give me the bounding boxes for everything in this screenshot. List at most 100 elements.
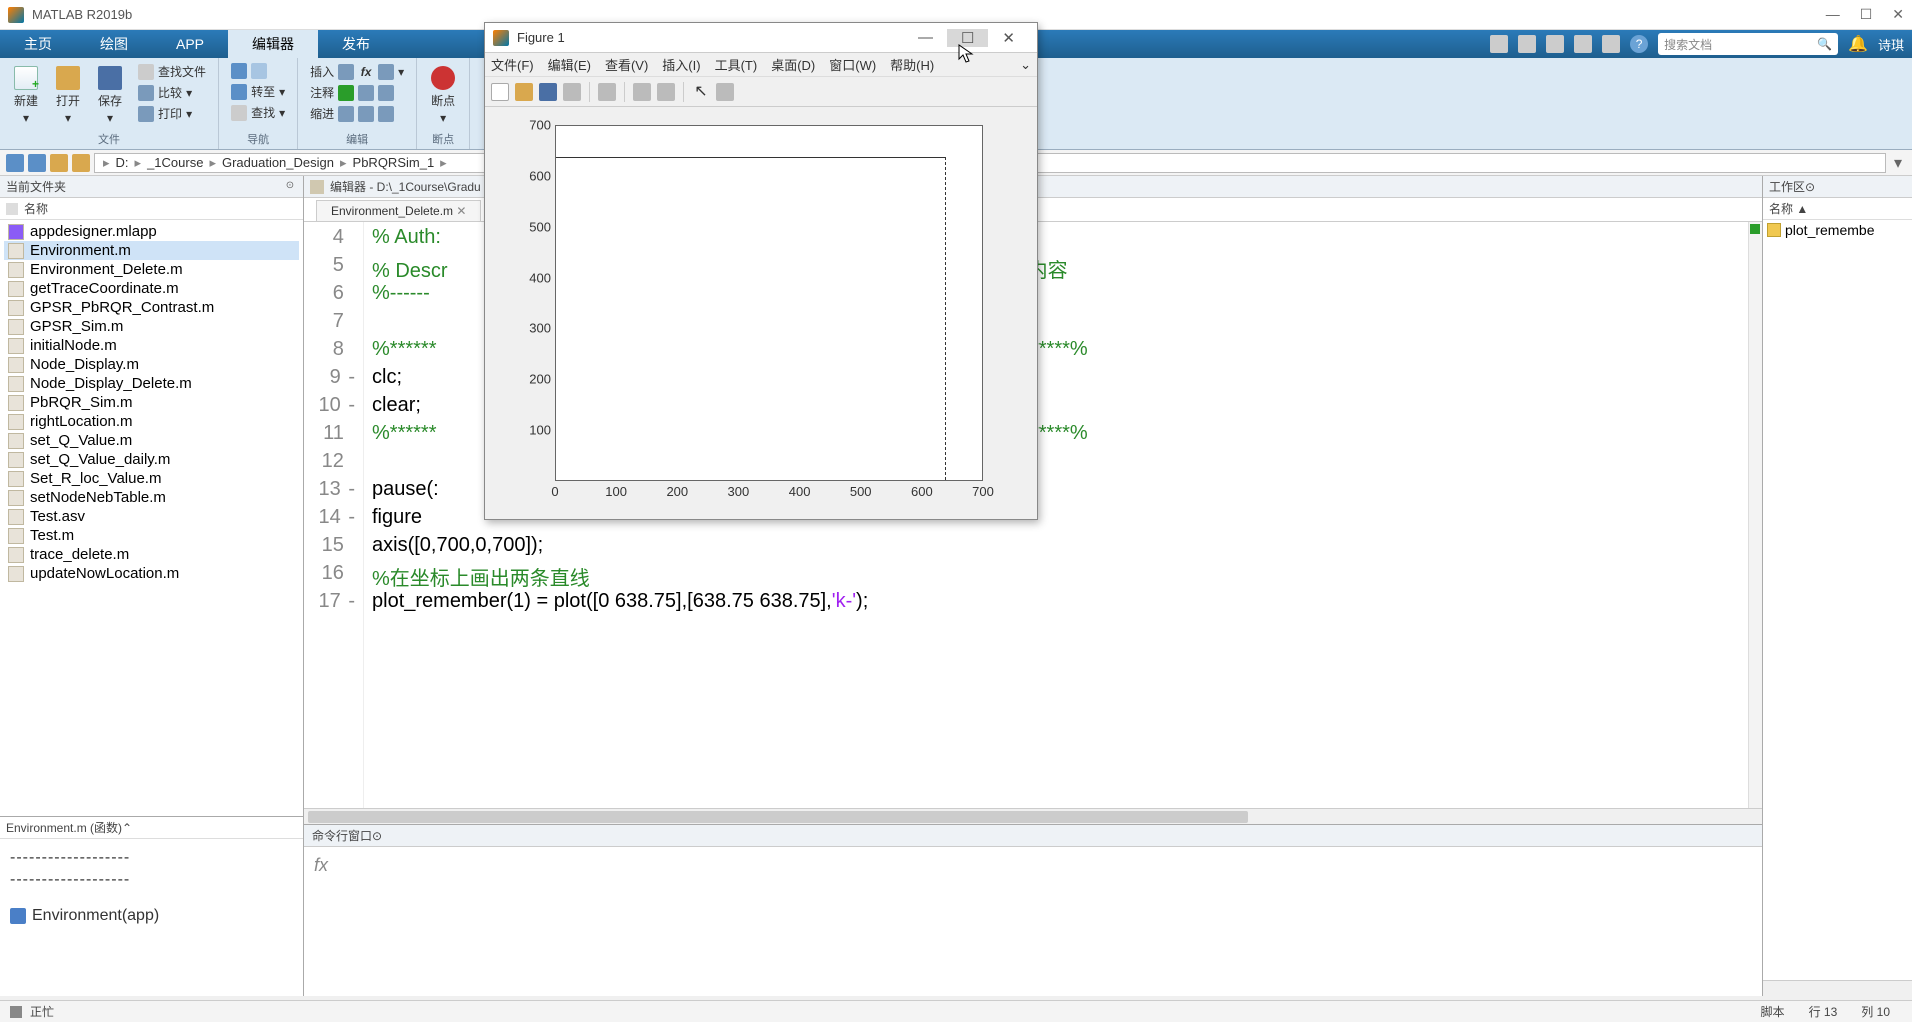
new-button[interactable]: 新建▾ [8,62,44,129]
figure-plot-area[interactable]: 700 600 500 400 300 200 100 0 100 200 30… [485,107,1037,519]
figure-titlebar[interactable]: Figure 1 — ☐ ✕ [485,23,1037,53]
file-row[interactable]: Test.m [4,526,299,545]
breakpoints-button[interactable]: 断点▾ [425,62,461,129]
detail-collapse-icon[interactable]: ⌃ [122,821,132,835]
path-drive[interactable]: D: [114,155,131,170]
figure-maximize-button[interactable]: ☐ [947,29,988,47]
file-row[interactable]: GPSR_PbRQR_Contrast.m [4,298,299,317]
figure-minimize-button[interactable]: — [904,29,947,46]
file-row[interactable]: setNodeNebTable.m [4,488,299,507]
file-list[interactable]: appdesigner.mlappEnvironment.mEnvironmen… [0,220,303,816]
fig-tool2-icon[interactable] [633,83,651,101]
figure-menu-more-icon[interactable]: ⌄ [1020,57,1031,73]
fig-save-icon[interactable] [539,83,557,101]
figure-menu-window[interactable]: 窗口(W) [829,55,876,74]
tab-close-icon[interactable]: ✕ [456,204,466,218]
save-button[interactable]: 保存▾ [92,62,128,129]
figure-menu-view[interactable]: 查看(V) [605,55,648,74]
file-row[interactable]: updateNowLocation.m [4,564,299,583]
compare-button[interactable]: 比较 ▾ [134,83,210,102]
copy-icon[interactable] [1518,35,1536,53]
user-name[interactable]: 诗琪 [1878,35,1904,54]
undo-icon[interactable] [1574,35,1592,53]
panel-menu-icon[interactable]: ⊙ [283,180,297,194]
indent-button[interactable]: 缩进 [306,104,408,123]
axes[interactable] [555,125,983,481]
file-row[interactable]: Environment_Delete.m [4,260,299,279]
fig-print-icon[interactable] [563,83,581,101]
figure-menu-tools[interactable]: 工具(T) [715,55,758,74]
close-button[interactable]: ✕ [1892,6,1904,23]
forward-button[interactable] [28,154,46,172]
path-dropdown-icon[interactable]: ▾ [1890,153,1906,173]
tab-publish[interactable]: 发布 [318,30,394,58]
paste-icon[interactable] [1546,35,1564,53]
line-number-gutter[interactable]: 4 5 6 7 8 9 -10 -11 12 13 -14 -15 16 17 … [304,222,364,808]
file-row[interactable]: set_Q_Value_daily.m [4,450,299,469]
file-row[interactable]: GPSR_Sim.m [4,317,299,336]
file-row[interactable]: Set_R_loc_Value.m [4,469,299,488]
path-seg-2[interactable]: PbRQRSim_1 [351,155,437,170]
figure-menu-desktop[interactable]: 桌面(D) [771,55,815,74]
help-icon[interactable]: ? [1630,35,1648,53]
detail-func-name[interactable]: Environment(app) [32,907,159,925]
maximize-button[interactable]: ☐ [1860,6,1873,23]
cut-icon[interactable] [1490,35,1508,53]
tab-home[interactable]: 主页 [0,30,76,58]
findfiles-button[interactable]: 查找文件 [134,62,210,81]
find-button[interactable]: 查找 ▾ [227,103,289,122]
insert-button[interactable]: 插入 fx ▾ [306,62,408,81]
file-row[interactable]: Node_Display_Delete.m [4,374,299,393]
open-button[interactable]: 打开▾ [50,62,86,129]
figure-close-button[interactable]: ✕ [988,29,1029,47]
file-row[interactable]: trace_delete.m [4,545,299,564]
back-button[interactable] [6,154,24,172]
figure-menu-insert[interactable]: 插入(I) [662,55,700,74]
figure-menu-help[interactable]: 帮助(H) [890,55,934,74]
print-button[interactable]: 打印 ▾ [134,104,210,123]
workspace-hscroll[interactable] [1763,980,1912,996]
file-row[interactable]: Environment.m [4,241,299,260]
command-input[interactable]: fx [304,847,1762,996]
minimize-button[interactable]: — [1826,6,1840,23]
file-row[interactable]: getTraceCoordinate.m [4,279,299,298]
fig-tool4-icon[interactable] [716,83,734,101]
nav-back-button[interactable] [227,62,289,80]
file-row[interactable]: Node_Display.m [4,355,299,374]
file-row[interactable]: appdesigner.mlapp [4,222,299,241]
workspace-var[interactable]: plot_remembe [1767,222,1908,238]
figure-window[interactable]: Figure 1 — ☐ ✕ 文件(F) 编辑(E) 查看(V) 插入(I) 工… [484,22,1038,520]
redo-icon[interactable] [1602,35,1620,53]
tab-apps[interactable]: APP [152,30,228,58]
cmd-menu-icon[interactable]: ⊙ [372,829,382,843]
file-row[interactable]: rightLocation.m [4,412,299,431]
fig-tool1-icon[interactable] [598,83,616,101]
file-row[interactable]: initialNode.m [4,336,299,355]
workspace-list[interactable]: plot_remembe [1763,220,1912,240]
workspace-menu-icon[interactable]: ⊙ [1805,180,1815,194]
path-seg-1[interactable]: Graduation_Design [220,155,336,170]
file-column-header[interactable]: 名称 [0,198,303,220]
fig-tool3-icon[interactable] [657,83,675,101]
tab-editor[interactable]: 编辑器 [228,30,318,58]
figure-menu-edit[interactable]: 编辑(E) [548,55,591,74]
file-row[interactable]: Test.asv [4,507,299,526]
comment-button[interactable]: 注释 [306,83,408,102]
file-row[interactable]: set_Q_Value.m [4,431,299,450]
browse-button[interactable] [72,154,90,172]
doc-search-input[interactable]: 搜索文档 🔍 [1658,33,1838,55]
workspace-col-header[interactable]: 名称 ▲ [1763,198,1912,220]
tab-plots[interactable]: 绘图 [76,30,152,58]
file-row[interactable]: PbRQR_Sim.m [4,393,299,412]
editor-hscroll[interactable] [304,808,1762,824]
goto-button[interactable]: 转至 ▾ [227,82,289,101]
message-bar[interactable] [1748,222,1762,808]
bell-icon[interactable]: 🔔 [1848,34,1868,54]
fig-new-icon[interactable] [491,83,509,101]
figure-menu-file[interactable]: 文件(F) [491,55,534,74]
up-button[interactable] [50,154,68,172]
path-seg-0[interactable]: _1Course [145,155,205,170]
fig-arrow-icon[interactable]: ↖ [692,83,710,101]
file-tab-active[interactable]: Environment_Delete.m ✕ [316,200,481,221]
fig-open-icon[interactable] [515,83,533,101]
